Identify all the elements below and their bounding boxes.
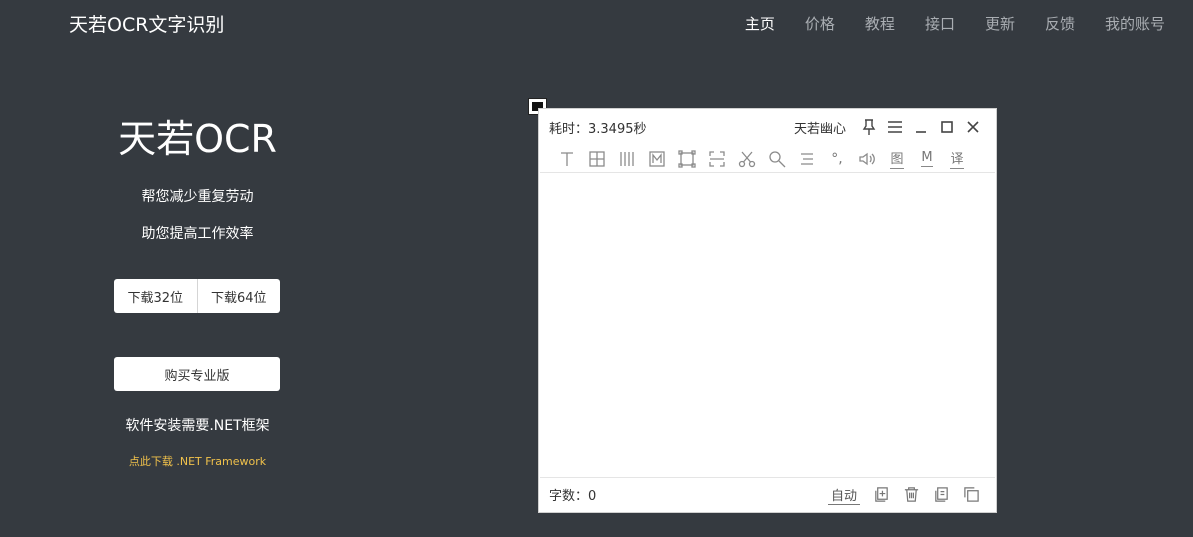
- nav-account[interactable]: 我的账号: [1105, 13, 1165, 34]
- copy-text-icon[interactable]: [926, 484, 956, 506]
- app-toolbar: °, 图 M 译: [540, 145, 995, 173]
- nav-updates[interactable]: 更新: [985, 13, 1015, 34]
- scan-icon[interactable]: [702, 147, 732, 171]
- trash-icon[interactable]: [896, 484, 926, 506]
- nav-tutorial[interactable]: 教程: [865, 13, 895, 34]
- m-tool-button[interactable]: M: [912, 147, 942, 171]
- translate-button[interactable]: 译: [942, 147, 972, 171]
- selection-box-icon[interactable]: [672, 147, 702, 171]
- app-statusbar: 字数：0 自动: [539, 478, 996, 511]
- download-button-group: 下载32位 下载64位: [114, 279, 280, 313]
- net-framework-download-link[interactable]: 点此下载 .NET Framework: [0, 453, 395, 469]
- elapsed-time: 耗时：3.3495秒: [549, 121, 647, 137]
- add-page-icon[interactable]: [866, 484, 896, 506]
- minimize-icon[interactable]: [908, 117, 934, 137]
- brand-title[interactable]: 天若OCR文字识别: [69, 10, 224, 37]
- scissors-icon[interactable]: [732, 147, 762, 171]
- word-count: 字数：0: [549, 489, 597, 504]
- net-framework-note: 软件安装需要.NET框架: [125, 418, 270, 434]
- menu-icon[interactable]: [882, 117, 908, 137]
- main-nav: 主页 价格 教程 接口 更新 反馈 我的账号: [715, 13, 1165, 34]
- tagline-2: 助您提高工作效率: [141, 226, 254, 242]
- nav-api[interactable]: 接口: [925, 13, 955, 34]
- text-layout-icon[interactable]: [552, 147, 582, 171]
- table-icon[interactable]: [582, 147, 612, 171]
- nav-pricing[interactable]: 价格: [805, 13, 835, 34]
- buy-pro-button[interactable]: 购买专业版: [114, 357, 280, 391]
- search-icon[interactable]: [762, 147, 792, 171]
- align-icon[interactable]: [792, 147, 822, 171]
- download-32bit-button[interactable]: 下载32位: [114, 279, 197, 313]
- maximize-icon[interactable]: [934, 117, 960, 137]
- auto-button[interactable]: 自动: [827, 485, 860, 505]
- tagline-1: 帮您减少重复劳动: [141, 189, 254, 205]
- app-titlebar: 耗时：3.3495秒 天若幽心: [539, 109, 996, 145]
- markdown-icon[interactable]: [642, 147, 672, 171]
- pin-icon[interactable]: [856, 117, 882, 137]
- speaker-icon[interactable]: [852, 147, 882, 171]
- nav-home[interactable]: 主页: [745, 13, 775, 34]
- app-user-name: 天若幽心: [793, 121, 846, 137]
- download-64bit-button[interactable]: 下载64位: [196, 279, 281, 313]
- ocr-result-textarea[interactable]: [540, 173, 995, 478]
- ocr-app-window: 耗时：3.3495秒 天若幽心 °, 图 M 译 字数：0 自动: [538, 108, 997, 513]
- punctuation-icon[interactable]: °,: [822, 147, 852, 171]
- copy-icon[interactable]: [956, 484, 986, 506]
- columns-icon[interactable]: [612, 147, 642, 171]
- hero-title: 天若OCR: [118, 117, 277, 161]
- close-icon[interactable]: [960, 117, 986, 137]
- image-tool-button[interactable]: 图: [882, 147, 912, 171]
- nav-feedback[interactable]: 反馈: [1045, 13, 1075, 34]
